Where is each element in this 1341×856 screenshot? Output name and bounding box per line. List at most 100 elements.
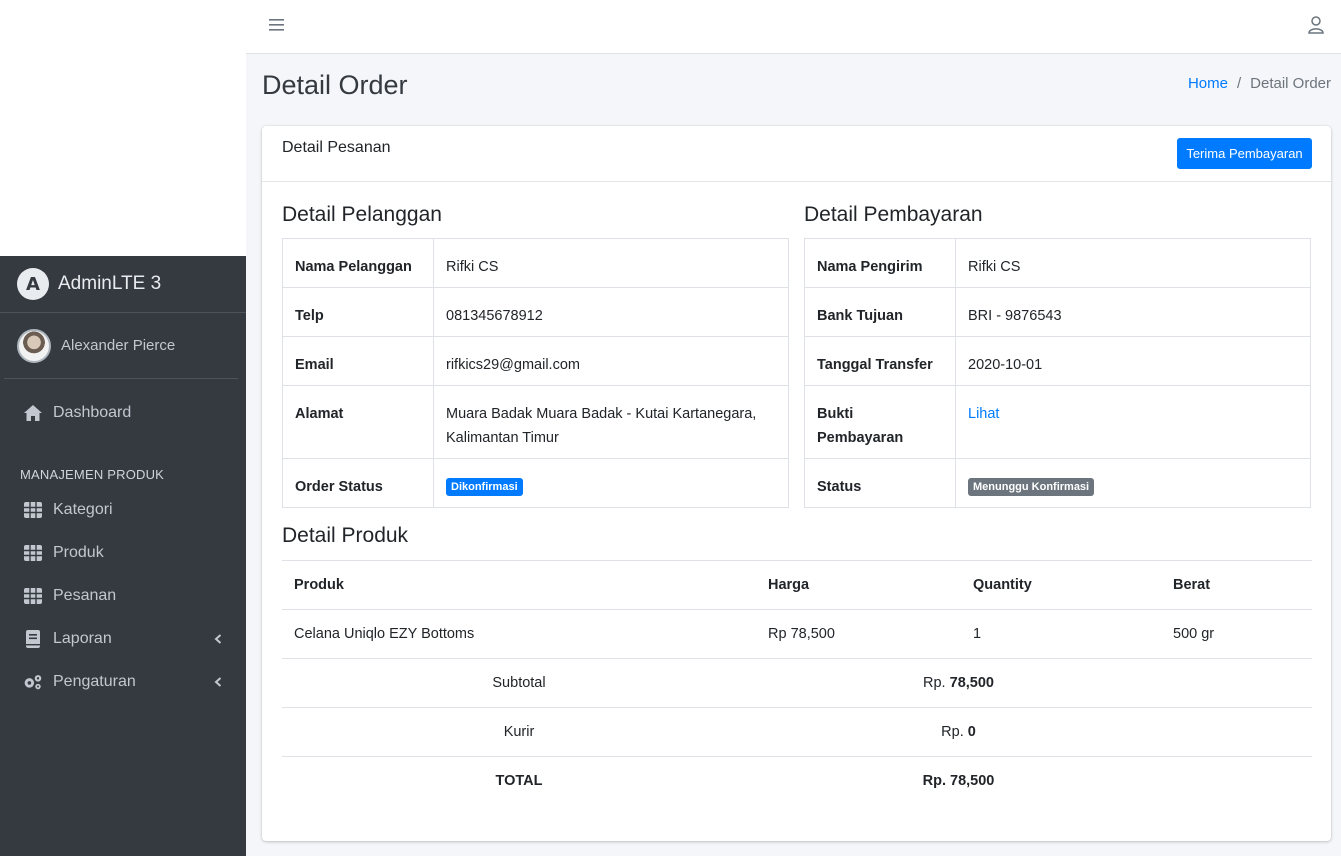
- brand-text: AdminLTE 3: [58, 273, 162, 294]
- payment-status-cell: Menunggu Konfirmasi: [955, 458, 1311, 508]
- sidebar-item-label: Pengaturan: [53, 672, 136, 690]
- order-detail-card: Detail Pesanan Terima Pembayaran Detail …: [262, 126, 1331, 841]
- courier-label: Kurir: [282, 707, 756, 757]
- brand-logo: A: [17, 268, 49, 300]
- product-price-cell: Rp 78,500: [756, 609, 961, 659]
- total-row: TOTAL Rp. 78,500: [282, 756, 1312, 806]
- customer-table: Nama Pelanggan Rifki CS Telp 08134567891…: [282, 238, 789, 508]
- sidebar-item-dashboard[interactable]: Dashboard: [0, 391, 246, 434]
- table-row: Nama Pengirim Rifki CS: [804, 238, 1311, 288]
- sidebar-item-label: Kategori: [53, 500, 113, 518]
- avatar: [17, 328, 51, 363]
- payment-status-label: Status: [804, 458, 956, 508]
- total-label: TOTAL: [282, 756, 756, 806]
- status-badge: Dikonfirmasi: [446, 478, 523, 497]
- subtotal-value: 78,500: [949, 675, 994, 691]
- table-row: Bank Tujuan BRI - 9876543: [804, 287, 1311, 337]
- column-header-weight: Berat: [1161, 560, 1312, 610]
- sidebar-nav: Dashboard MANAJEMEN PRODUK Kategori Prod…: [0, 379, 246, 703]
- destination-bank-value: BRI - 9876543: [955, 287, 1311, 337]
- payment-proof-cell: Lihat: [955, 385, 1311, 459]
- sidebar-section-header: MANAJEMEN PRODUK: [20, 467, 165, 482]
- home-icon: [23, 403, 43, 423]
- top-navbar: [246, 0, 1341, 54]
- courier-value-cell: Rp. 0: [756, 707, 1161, 757]
- book-icon: [23, 629, 43, 649]
- column-header-price: Harga: [756, 560, 961, 610]
- order-status-cell: Dikonfirmasi: [433, 458, 789, 508]
- breadcrumb-current: Detail Order: [1250, 75, 1331, 92]
- table-icon: [23, 500, 43, 520]
- sidebar-item-laporan[interactable]: Laporan: [0, 617, 246, 660]
- chevron-left-icon: [214, 633, 222, 644]
- product-name-cell: Celana Uniqlo EZY Bottoms: [282, 609, 756, 659]
- order-status-label: Order Status: [282, 458, 434, 508]
- product-weight-cell: 500 gr: [1161, 609, 1312, 659]
- cogs-icon: [23, 672, 43, 692]
- table-row: Nama Pelanggan Rifki CS: [282, 238, 789, 288]
- customer-phone-value: 081345678912: [433, 287, 789, 337]
- table-icon: [23, 543, 43, 563]
- courier-row: Kurir Rp. 0: [282, 707, 1312, 757]
- user-name[interactable]: Alexander Pierce: [61, 337, 175, 354]
- card-title: Detail Pesanan: [282, 139, 391, 156]
- hamburger-menu-icon[interactable]: [269, 18, 285, 32]
- customer-name-value: Rifki CS: [433, 238, 789, 288]
- product-quantity-cell: 1: [961, 609, 1161, 659]
- payment-table: Nama Pengirim Rifki CS Bank Tujuan BRI -…: [804, 238, 1311, 508]
- accept-payment-button[interactable]: Terima Pembayaran: [1177, 138, 1312, 169]
- column-header-product: Produk: [282, 560, 756, 610]
- subtotal-label: Subtotal: [282, 658, 756, 708]
- sidebar-item-produk[interactable]: Produk: [0, 531, 246, 574]
- customer-address-value: Muara Badak Muara Badak - Kutai Kartaneg…: [433, 385, 789, 459]
- total-value: Rp. 78,500: [756, 756, 1161, 806]
- payment-section-title: Detail Pembayaran: [804, 203, 983, 226]
- table-row: Status Menunggu Konfirmasi: [804, 458, 1311, 508]
- customer-address-label: Alamat: [282, 385, 434, 459]
- chevron-left-icon: [214, 676, 222, 687]
- customer-email-label: Email: [282, 336, 434, 386]
- customer-email-value: rifkics29@gmail.com: [433, 336, 789, 386]
- sidebar-item-pesanan[interactable]: Pesanan: [0, 574, 246, 617]
- main-sidebar: A AdminLTE 3 Alexander Pierce Dashboard …: [0, 256, 246, 856]
- card-header: Detail Pesanan Terima Pembayaran: [262, 126, 1331, 182]
- user-panel[interactable]: Alexander Pierce: [4, 313, 238, 379]
- subtotal-value-cell: Rp. 78,500: [756, 658, 1161, 708]
- payment-proof-label: Bukti Pembayaran: [804, 385, 956, 459]
- transfer-date-label: Tanggal Transfer: [804, 336, 956, 386]
- sender-name-label: Nama Pengirim: [804, 238, 956, 288]
- customer-phone-label: Telp: [282, 287, 434, 337]
- sidebar-item-kategori[interactable]: Kategori: [0, 488, 246, 531]
- table-icon: [23, 586, 43, 606]
- status-badge: Menunggu Konfirmasi: [968, 478, 1095, 497]
- sidebar-item-label: Pesanan: [53, 586, 117, 604]
- column-header-quantity: Quantity: [961, 560, 1161, 610]
- table-row: Order Status Dikonfirmasi: [282, 458, 789, 508]
- breadcrumb-home-link[interactable]: Home: [1188, 75, 1228, 92]
- products-table: Produk Harga Quantity Berat Celana Uniql…: [282, 560, 1312, 806]
- sender-name-value: Rifki CS: [955, 238, 1311, 288]
- sidebar-item-label: Laporan: [53, 629, 112, 647]
- sidebar-item-label: Produk: [53, 543, 104, 561]
- customer-section-title: Detail Pelanggan: [282, 203, 442, 226]
- product-section-title: Detail Produk: [282, 524, 409, 547]
- destination-bank-label: Bank Tujuan: [804, 287, 956, 337]
- breadcrumb: Home / Detail Order: [1188, 75, 1331, 92]
- courier-value: 0: [967, 724, 976, 740]
- sidebar-blank-area: [0, 0, 246, 256]
- view-proof-link[interactable]: Lihat: [968, 406, 999, 422]
- customer-name-label: Nama Pelanggan: [282, 238, 434, 288]
- table-row: Bukti Pembayaran Lihat: [804, 385, 1311, 459]
- page-title: Detail Order: [262, 70, 408, 100]
- table-header-row: Produk Harga Quantity Berat: [282, 560, 1312, 610]
- table-row: Telp 081345678912: [282, 287, 789, 337]
- sidebar-item-label: Dashboard: [53, 403, 132, 421]
- table-row: Email rifkics29@gmail.com: [282, 336, 789, 386]
- user-icon[interactable]: [1307, 16, 1325, 34]
- table-row: Celana Uniqlo EZY Bottoms Rp 78,500 1 50…: [282, 609, 1312, 659]
- brand-link[interactable]: A AdminLTE 3: [0, 256, 246, 313]
- breadcrumb-separator: /: [1236, 75, 1242, 92]
- table-row: Tanggal Transfer 2020-10-01: [804, 336, 1311, 386]
- subtotal-row: Subtotal Rp. 78,500: [282, 658, 1312, 708]
- sidebar-item-pengaturan[interactable]: Pengaturan: [0, 660, 246, 703]
